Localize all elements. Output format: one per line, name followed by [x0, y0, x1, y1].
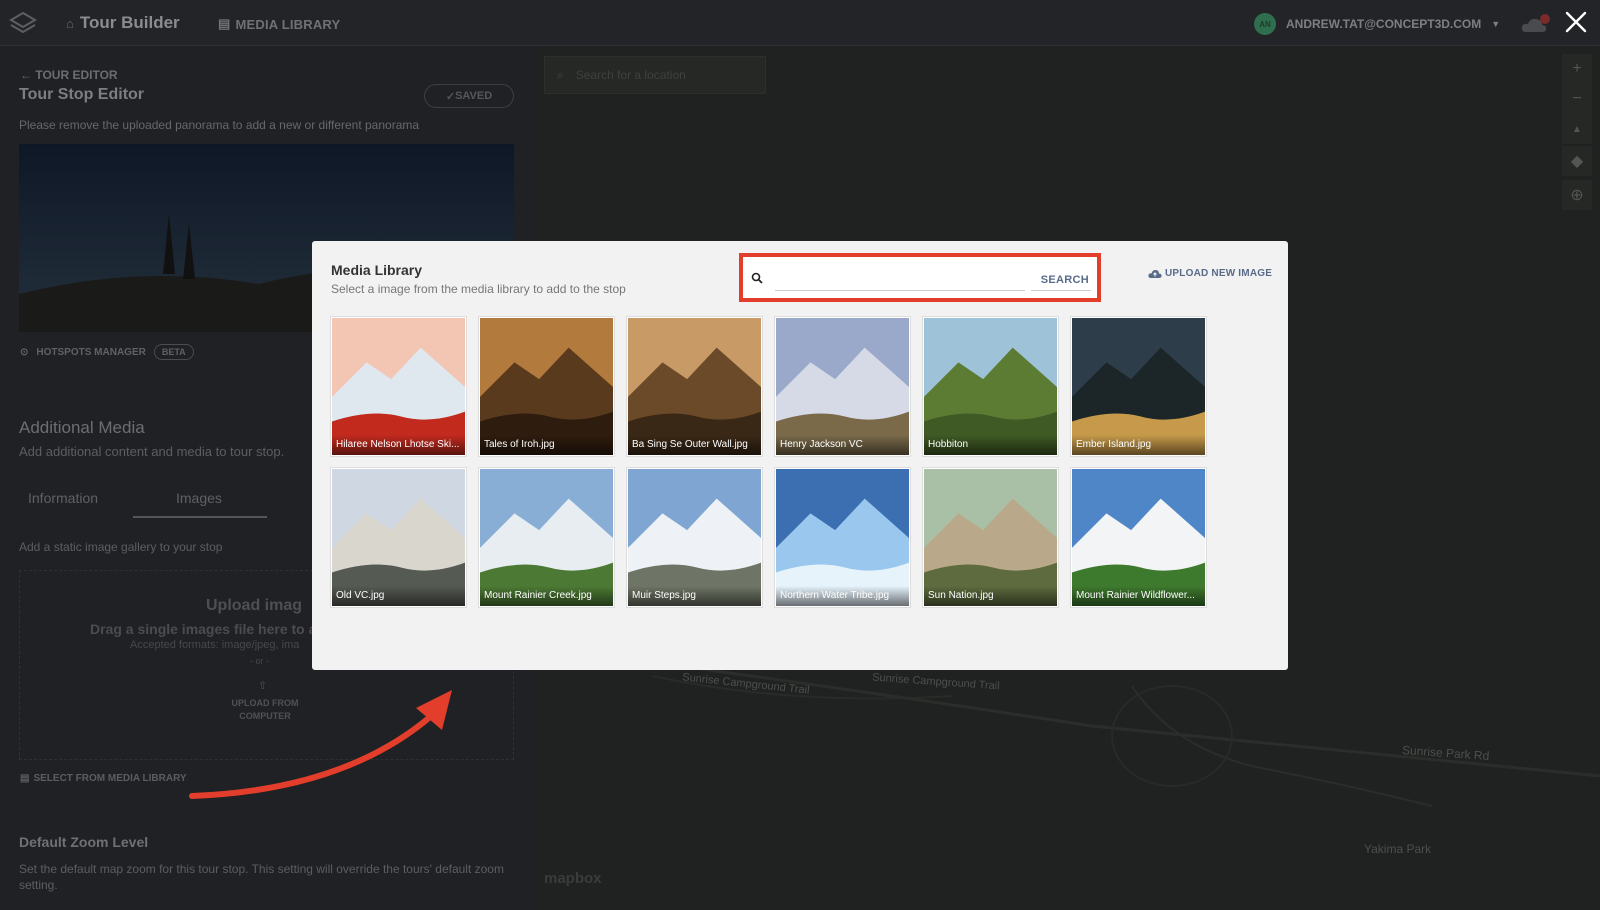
active-tab-indicator [133, 516, 267, 518]
saved-button[interactable]: ✓ SAVED [424, 84, 514, 108]
images-icon: ▤ [218, 16, 231, 31]
modal-subtitle: Select a image from the media library to… [331, 282, 626, 296]
media-image-name: Henry Jackson VC [776, 435, 909, 455]
media-image-name: Ba Sing Se Outer Wall.jpg [628, 435, 761, 455]
top-bar: ⌂ Tour Builder ▤ MEDIA LIBRARY AN ANDREW… [0, 0, 1600, 46]
media-library-modal: Media Library Select a image from the me… [312, 241, 1288, 670]
media-image-tile[interactable]: Hilaree Nelson Lhotse Ski... [331, 317, 466, 456]
tab-information[interactable]: Information [28, 490, 98, 506]
upload-title: Upload imag [206, 597, 303, 614]
media-library-nav-link[interactable]: ▤ MEDIA LIBRARY [218, 16, 340, 32]
media-image-tile[interactable]: Mount Rainier Creek.jpg [479, 468, 614, 607]
modal-title: Media Library [331, 262, 423, 278]
media-image-name: Muir Steps.jpg [628, 586, 761, 606]
tab-images[interactable]: Images [176, 490, 222, 506]
media-image-tile[interactable]: Northern Water Tribe.jpg [775, 468, 910, 607]
zoom-out-button[interactable]: − [1562, 84, 1592, 114]
media-image-tile[interactable]: Tales of Iroh.jpg [479, 317, 614, 456]
upload-drag-text: Drag a single images file here to a [90, 621, 317, 637]
upload-new-image-button[interactable]: UPLOAD NEW IMAGE [1148, 268, 1272, 279]
target-icon: ⊙ [20, 346, 29, 358]
upload-formats: Accepted formats: image/jpeg, ima [130, 639, 300, 651]
images-icon: ▤ [20, 773, 30, 784]
map-label: Yakima Park [1364, 842, 1432, 856]
search-icon: ⌕ [557, 67, 564, 82]
back-to-tour-editor-link[interactable]: ← TOUR EDITOR [20, 68, 118, 82]
media-image-tile[interactable]: Sun Nation.jpg [923, 468, 1058, 607]
media-image-name: Hilaree Nelson Lhotse Ski... [332, 435, 465, 455]
hotspots-manager-link[interactable]: ⊙ HOTSPOTS MANAGER BETA [20, 344, 194, 360]
caret-down-icon: ▼ [1491, 19, 1501, 29]
cloud-upload-icon [1148, 269, 1162, 278]
media-grid: Hilaree Nelson Lhotse Ski... Tales of Ir… [331, 317, 1206, 607]
cloud-notification-icon[interactable] [1520, 14, 1550, 36]
media-image-name: Mount Rainier Wildflower... [1072, 586, 1205, 606]
home-icon: ⌂ [66, 15, 74, 31]
upload-or: - or - [250, 656, 269, 666]
page-title: Tour Stop Editor [19, 86, 145, 103]
media-image-name: Tales of Iroh.jpg [480, 435, 613, 455]
layers-icon[interactable]: ◆ [1562, 146, 1592, 176]
default-zoom-note: Set the default map zoom for this tour s… [19, 862, 504, 892]
search-button[interactable]: SEARCH [1031, 269, 1091, 291]
panorama-note: Please remove the uploaded panorama to a… [19, 118, 420, 132]
app-title[interactable]: ⌂ Tour Builder [66, 13, 180, 33]
user-menu[interactable]: AN ANDREW.TAT@CONCEPT3D.COM ▼ [1254, 13, 1500, 35]
gallery-note: Add a static image gallery to your stop [19, 540, 223, 554]
zoom-in-button[interactable]: + [1562, 54, 1592, 84]
media-image-name: Hobbiton [924, 435, 1057, 455]
media-image-name: Old VC.jpg [332, 586, 465, 606]
map-search-input[interactable]: ⌕ Search for a location [544, 56, 766, 94]
beta-badge: BETA [153, 344, 194, 360]
media-image-name: Sun Nation.jpg [924, 586, 1057, 606]
media-image-name: Ember Island.jpg [1072, 435, 1205, 455]
locate-icon[interactable]: ⊕ [1562, 180, 1592, 210]
search-icon [751, 272, 763, 284]
user-email: ANDREW.TAT@CONCEPT3D.COM [1286, 17, 1482, 31]
arrow-left-icon: ← [20, 68, 32, 82]
layers-logo-icon[interactable] [8, 8, 38, 38]
media-image-tile[interactable]: Ember Island.jpg [1071, 317, 1206, 456]
media-image-tile[interactable]: Mount Rainier Wildflower... [1071, 468, 1206, 607]
media-image-tile[interactable]: Ba Sing Se Outer Wall.jpg [627, 317, 762, 456]
additional-media-title: Additional Media [19, 418, 145, 437]
media-image-tile[interactable]: Old VC.jpg [331, 468, 466, 607]
media-image-name: Northern Water Tribe.jpg [776, 586, 909, 606]
additional-media-subtitle: Add additional content and media to tour… [19, 444, 285, 459]
media-search-box: SEARCH [739, 253, 1101, 302]
mapbox-logo: mapbox [544, 870, 602, 887]
media-search-input[interactable] [775, 269, 1025, 291]
check-icon: ✓ [445, 90, 456, 103]
media-image-tile[interactable]: Henry Jackson VC [775, 317, 910, 456]
avatar: AN [1254, 13, 1276, 35]
close-icon[interactable] [1560, 6, 1592, 38]
default-zoom-title: Default Zoom Level [19, 834, 149, 850]
media-image-tile[interactable]: Hobbiton [923, 317, 1058, 456]
media-image-name: Mount Rainier Creek.jpg [480, 586, 613, 606]
media-image-tile[interactable]: Muir Steps.jpg [627, 468, 762, 607]
select-from-media-library-link[interactable]: ▤ SELECT FROM MEDIA LIBRARY [20, 773, 187, 784]
annotation-arrow [189, 690, 452, 799]
compass-icon[interactable]: ▲ [1562, 114, 1592, 144]
